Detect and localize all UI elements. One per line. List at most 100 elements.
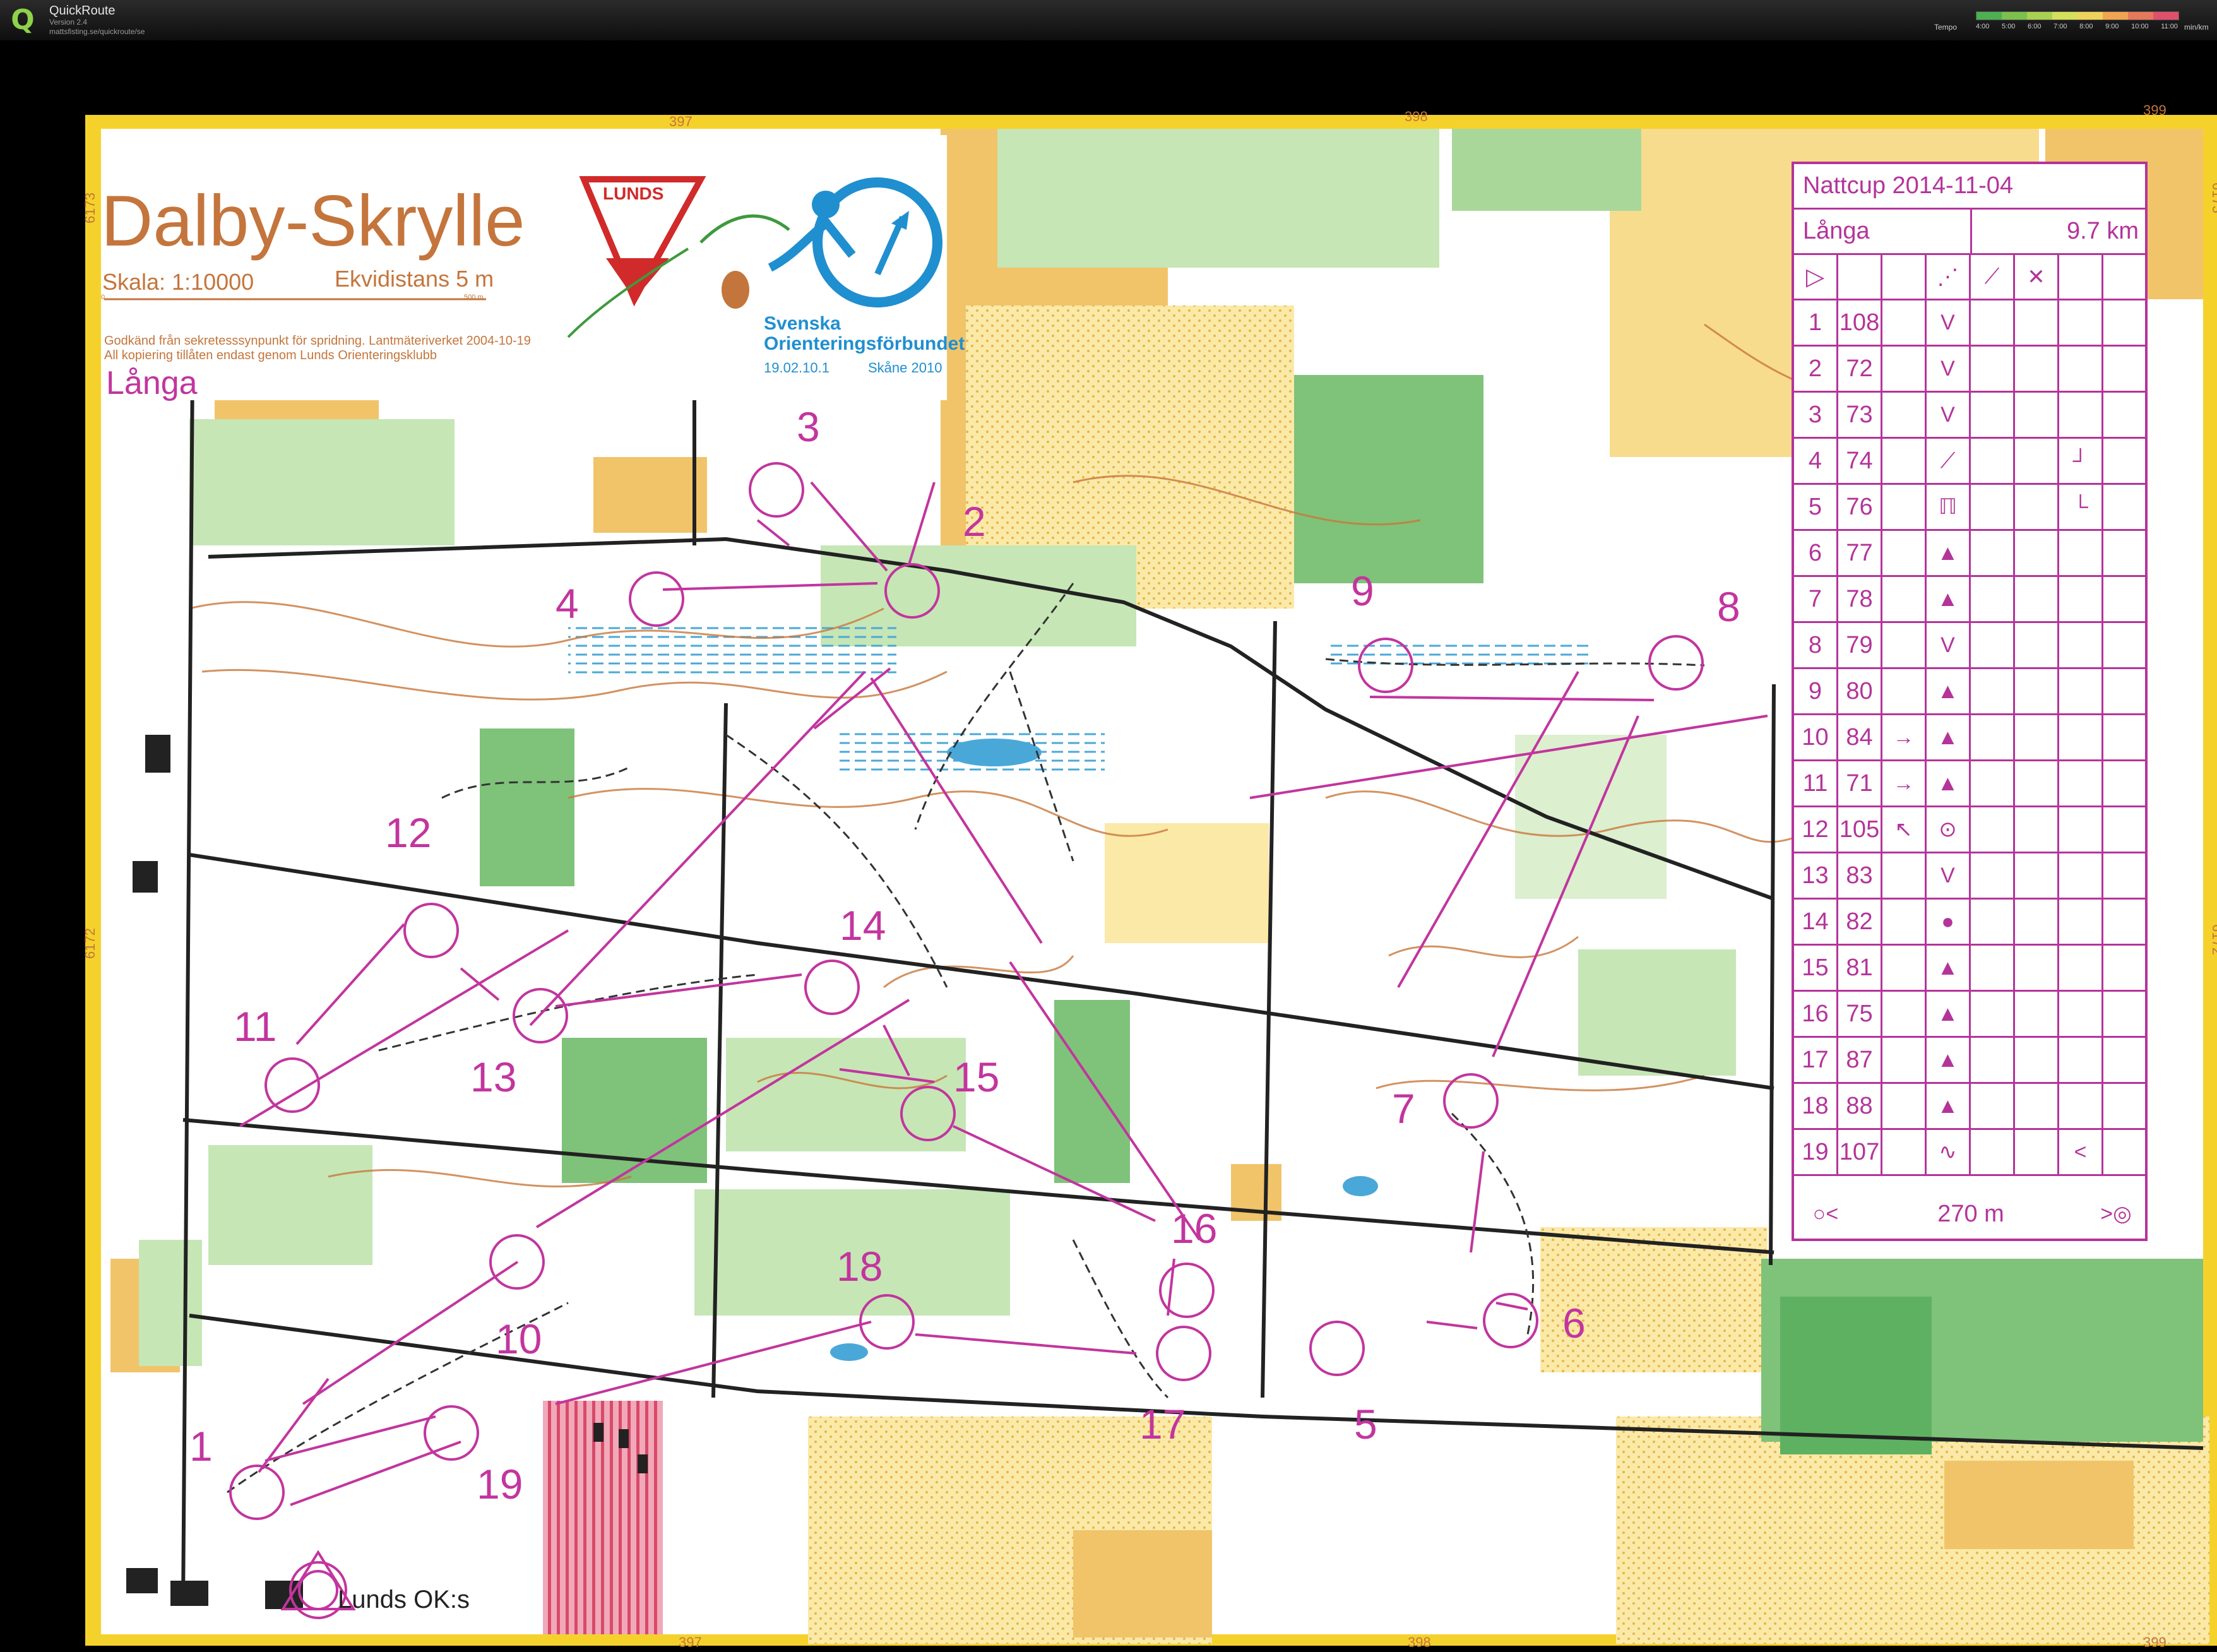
- description-dir: [1882, 669, 1927, 713]
- description-code: 74: [1838, 439, 1882, 483]
- description-feature: ●: [1927, 900, 1971, 944]
- tempo-color-swatch: [2027, 12, 2052, 20]
- description-num: 2: [1794, 347, 1838, 391]
- empty-cell: [1971, 761, 2015, 805]
- crossing-icon: ⟋: [1971, 255, 2015, 299]
- description-dir: [1882, 300, 1927, 345]
- description-dir: [1882, 531, 1927, 575]
- description-row: 16 75 ▲: [1794, 992, 2145, 1038]
- description-row: 3 73 V: [1794, 393, 2145, 439]
- description-num: 18: [1794, 1084, 1838, 1128]
- tempo-legend-title: Tempo: [1934, 23, 1958, 32]
- forest-green-area: [1054, 1000, 1130, 1183]
- description-num: 11: [1794, 761, 1838, 805]
- description-num: 19: [1794, 1130, 1838, 1174]
- federation-code: 19.02.10.1: [764, 360, 829, 376]
- description-extra: [2059, 347, 2103, 391]
- empty-cell: [2103, 761, 2148, 805]
- description-row: 10 84 → ▲: [1794, 715, 2145, 761]
- description-code: 84: [1838, 715, 1882, 759]
- description-code: 77: [1838, 531, 1882, 575]
- marsh-area: [568, 621, 896, 678]
- description-event: Nattcup 2014-11-04: [1803, 172, 2014, 199]
- description-extra: [2059, 992, 2103, 1036]
- empty-cell: [2103, 669, 2148, 713]
- control-number: 17: [1139, 1401, 1186, 1447]
- description-code: 105: [1838, 807, 1882, 852]
- empty-cell: [2015, 992, 2059, 1036]
- empty-cell: [2103, 1130, 2148, 1174]
- description-dir: [1882, 992, 1927, 1036]
- description-num: 9: [1794, 669, 1838, 713]
- tempo-tick-label: 8:00: [2079, 23, 2093, 30]
- empty-cell: [2103, 623, 2148, 667]
- tempo-color-bar: [1976, 11, 2179, 20]
- tempo-color-swatch: [2002, 12, 2027, 20]
- empty-cell: [1971, 623, 2015, 667]
- permit-line-2: All kopiering tillåten endast genom Lund…: [104, 348, 437, 362]
- description-code: 107: [1838, 1130, 1882, 1174]
- description-code: 71: [1838, 761, 1882, 805]
- description-code: 79: [1838, 623, 1882, 667]
- description-dir: [1882, 946, 1927, 990]
- description-code: 81: [1838, 946, 1882, 990]
- empty-cell: [2103, 1084, 2148, 1128]
- finish-distance: 270 m: [1937, 1200, 2004, 1227]
- description-dir: [1882, 1130, 1927, 1174]
- light-green-area: [1452, 129, 1641, 211]
- empty-cell: [2103, 715, 2148, 759]
- description-extra: [2059, 900, 2103, 944]
- tempo-tick-label: 4:00: [1976, 23, 1990, 30]
- light-green-area: [726, 1038, 966, 1151]
- empty-cell: [1971, 992, 2015, 1036]
- empty-cell: [2015, 300, 2059, 345]
- map-viewport[interactable]: 1 2 3 4 5 6 7 8 9 10 11 12 13 14 15 16 1…: [0, 40, 2217, 1652]
- description-finish-row: ○< 270 m >◎: [1794, 1189, 2145, 1239]
- empty-cell: [2103, 393, 2148, 437]
- description-code: 73: [1838, 393, 1882, 437]
- tempo-tick-label: 10:00: [2131, 23, 2149, 30]
- dashed-line-icon: ⋰: [1927, 255, 1971, 299]
- empty-cell: [2015, 715, 2059, 759]
- scale-bar-end: 500 m: [464, 294, 484, 301]
- description-extra: [2059, 300, 2103, 345]
- empty-cell: [2015, 946, 2059, 990]
- control-number: 2: [963, 498, 986, 545]
- description-extra: [2059, 669, 2103, 713]
- grid-label-right: 6173: [2209, 182, 2217, 213]
- control-number: 10: [496, 1316, 542, 1362]
- description-extra: └: [2059, 485, 2103, 529]
- description-feature: V: [1927, 300, 1971, 345]
- description-num: 15: [1794, 946, 1838, 990]
- light-green-area: [1515, 735, 1667, 899]
- empty-cell: [2015, 439, 2059, 483]
- federation-line-2: Orienteringsförbundet: [764, 333, 965, 354]
- description-feature: ▲: [1927, 577, 1971, 621]
- empty-cell: [1971, 439, 2015, 483]
- forest-green-area: [480, 728, 574, 886]
- description-dir: ↖: [1882, 807, 1927, 852]
- empty-cell: [2103, 900, 2148, 944]
- empty-cell: [2015, 623, 2059, 667]
- empty-cell: [2015, 761, 2059, 805]
- tempo-tick-label: 7:00: [2054, 23, 2067, 30]
- light-green-area: [1578, 949, 1736, 1076]
- map-scale: Skala: 1:10000: [102, 269, 254, 295]
- control-number: 7: [1392, 1085, 1415, 1132]
- description-code: 78: [1838, 577, 1882, 621]
- light-green-area: [139, 1240, 202, 1366]
- empty-cell: [1971, 485, 2015, 529]
- control-number: 8: [1717, 583, 1740, 630]
- empty-cell: [1971, 1130, 2015, 1174]
- tempo-legend-ticks: 4:00 5:00 6:00 7:00 8:00 9:00 10:00 11:00: [1976, 23, 2178, 30]
- open-land-area: [593, 457, 707, 533]
- tempo-color-swatch: [2103, 12, 2128, 20]
- finish-funnel-icon: ○<: [1812, 1201, 1839, 1226]
- description-code: 75: [1838, 992, 1882, 1036]
- description-num: 16: [1794, 992, 1838, 1036]
- description-extra: [2059, 761, 2103, 805]
- description-dir: [1882, 439, 1927, 483]
- description-dir: [1882, 1038, 1927, 1082]
- tempo-tick-label: 11:00: [2161, 23, 2178, 30]
- description-code: 72: [1838, 347, 1882, 391]
